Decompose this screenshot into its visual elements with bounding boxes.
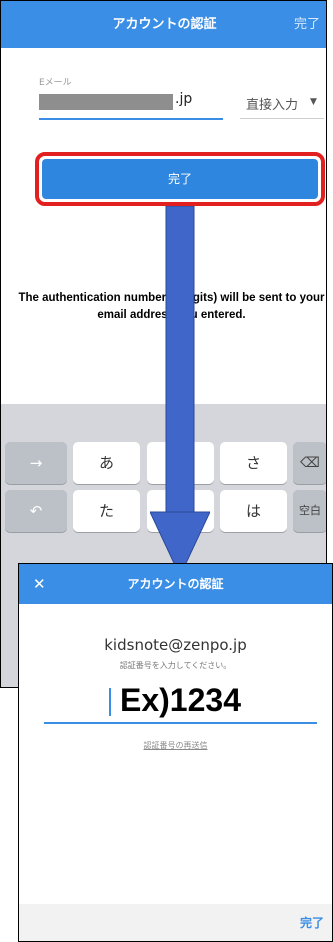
- app-header: ✕ アカウントの認証: [19, 564, 332, 604]
- code-input[interactable]: Ex)1234: [44, 678, 317, 724]
- footer-bar: 完了: [19, 904, 332, 941]
- code-hint: 認証番号を入力してください。: [119, 661, 232, 670]
- email-suffix: .jp: [175, 91, 193, 107]
- email-display: kidsnote@zenpo.jp: [104, 636, 247, 654]
- header-done-button[interactable]: 完了: [294, 1, 320, 48]
- domain-select[interactable]: 直接入力 ▼: [240, 88, 324, 119]
- done-button[interactable]: 完了: [42, 159, 318, 199]
- key-sa[interactable]: さ: [220, 442, 287, 484]
- undo-icon[interactable]: ↶: [5, 490, 67, 532]
- domain-select-value: 直接入力: [246, 98, 299, 113]
- backspace-icon[interactable]: ⌫: [293, 442, 326, 484]
- down-arrow-icon: [150, 206, 210, 576]
- key-ta[interactable]: た: [73, 490, 140, 532]
- done-button-highlight: 完了: [35, 152, 325, 206]
- caret-down-icon: ▼: [310, 97, 317, 107]
- key-a[interactable]: あ: [73, 442, 140, 484]
- resend-link[interactable]: 認証番号の再送信: [19, 740, 332, 751]
- email-label: Eメール: [39, 78, 72, 88]
- redacted-email-mask: [39, 94, 173, 110]
- verification-screen: ✕ アカウントの認証 kidsnote@zenpo.jp 認証番号を入力してくだ…: [18, 563, 333, 942]
- app-header: アカウントの認証 完了: [1, 1, 326, 48]
- key-next[interactable]: →: [5, 442, 67, 484]
- key-space[interactable]: 空白: [293, 490, 326, 532]
- code-example: Ex)1234: [120, 682, 241, 718]
- email-field[interactable]: .jp: [39, 88, 223, 120]
- key-ha[interactable]: は: [220, 490, 287, 532]
- footer-done-button[interactable]: 完了: [300, 904, 324, 941]
- page-title: アカウントの認証: [127, 577, 224, 591]
- page-title: アカウントの認証: [112, 17, 217, 32]
